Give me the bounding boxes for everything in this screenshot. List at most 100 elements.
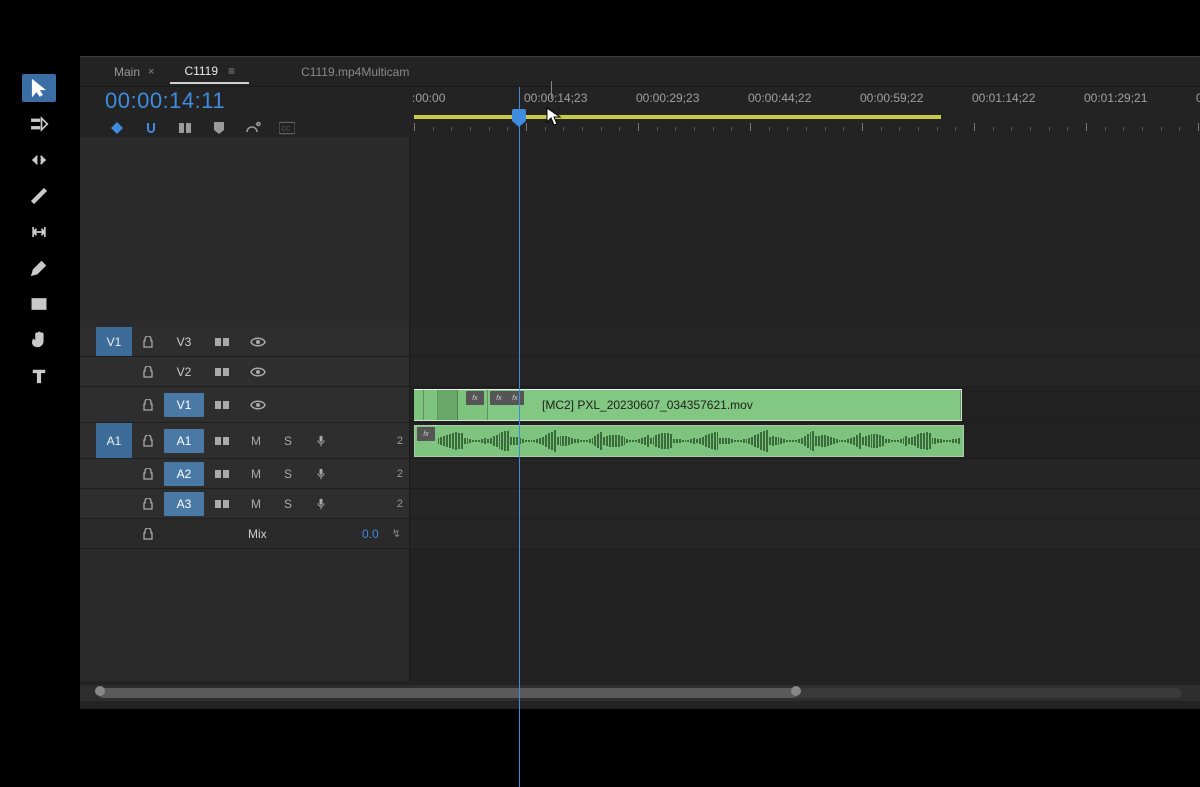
voice-a2[interactable] <box>304 468 338 480</box>
track-header-a3[interactable]: A3 M S 2 <box>80 489 409 519</box>
sync-lock-a1[interactable] <box>204 423 240 458</box>
track-header-a1[interactable]: A1 A1 M S 2 <box>80 423 409 459</box>
playhead-line <box>519 87 520 787</box>
tab-main[interactable]: Main × <box>100 61 168 83</box>
tab-main-label: Main <box>114 65 140 79</box>
sync-lock-v3[interactable] <box>204 327 240 356</box>
fx-badge-icon-2[interactable]: fx <box>466 391 484 405</box>
tab-main-close-icon[interactable]: × <box>148 66 154 78</box>
lane-a3[interactable] <box>410 489 1200 519</box>
tab-c1119-label: C1119 <box>184 64 218 78</box>
slip-tool[interactable] <box>22 218 56 246</box>
lane-a2[interactable] <box>410 459 1200 489</box>
track-target-a2[interactable]: A2 <box>164 462 204 486</box>
lock-toggle-v3[interactable] <box>132 327 164 356</box>
track-lanes[interactable]: fx fx fx [MC2] PXL_20230607_034357621.mo… <box>410 137 1200 681</box>
track-target-a3[interactable]: A3 <box>164 492 204 516</box>
lane-padding <box>410 549 1200 681</box>
solo-a1[interactable]: S <box>272 434 304 448</box>
solo-a2[interactable]: S <box>272 467 304 481</box>
mix-label: Mix <box>248 527 292 541</box>
eye-toggle-v1[interactable] <box>240 387 276 422</box>
ripple-edit-tool[interactable] <box>22 146 56 174</box>
captions-icon[interactable]: CC <box>279 120 295 136</box>
timeline-header: 00:00:14:11 CC :00:0000:00:14;2300:00:29… <box>80 87 1200 137</box>
svg-text:CC: CC <box>281 125 291 132</box>
track-target-v2[interactable]: V2 <box>164 360 204 384</box>
track-header-v1[interactable]: V1 <box>80 387 409 423</box>
lock-toggle-a2[interactable] <box>132 459 164 488</box>
track-target-v3[interactable]: V3 <box>164 330 204 354</box>
audio-clip[interactable]: fx <box>414 425 964 457</box>
track-select-tool[interactable] <box>22 110 56 138</box>
voice-a1[interactable] <box>304 435 338 447</box>
settings-icon[interactable] <box>245 120 261 136</box>
lane-v2[interactable] <box>410 357 1200 387</box>
rectangle-tool[interactable] <box>22 290 56 318</box>
tab-c1119[interactable]: C1119 ≡ <box>170 60 249 84</box>
scrollbar-left-knob[interactable] <box>95 686 105 696</box>
clip-label: [MC2] PXL_20230607_034357621.mov <box>534 390 753 420</box>
mute-a1[interactable]: M <box>240 434 272 448</box>
ruler-tick-label: 00:01: <box>1196 91 1200 105</box>
type-tool[interactable] <box>22 362 56 390</box>
mix-value[interactable]: 0.0 <box>362 527 379 541</box>
tab-multicam[interactable]: C1119.mp4Multicam <box>291 61 419 83</box>
razor-tool[interactable] <box>22 182 56 210</box>
track-header-v3[interactable]: V1 V3 <box>80 327 409 357</box>
track-header-a2[interactable]: A2 M S 2 <box>80 459 409 489</box>
insert-mode-icon[interactable] <box>109 120 125 136</box>
work-area-bar[interactable] <box>414 115 941 119</box>
hand-tool[interactable] <box>22 326 56 354</box>
channel-count-a1: 2 <box>377 435 403 447</box>
tab-c1119-menu-icon[interactable]: ≡ <box>228 64 235 78</box>
pen-tool[interactable] <box>22 254 56 282</box>
timeline-horizontal-scrollbar[interactable] <box>80 685 1200 701</box>
scrollbar-right-knob[interactable] <box>791 686 801 696</box>
fx-badge-icon-3[interactable]: fx <box>506 391 524 405</box>
mute-a3[interactable]: M <box>240 497 272 511</box>
video-clip[interactable]: fx fx fx [MC2] PXL_20230607_034357621.mo… <box>414 389 962 421</box>
mix-fx-icon[interactable]: ↯ <box>392 527 401 540</box>
lock-toggle-v2[interactable] <box>132 357 164 386</box>
sync-lock-a3[interactable] <box>204 489 240 518</box>
timeline-panel: Main × C1119 ≡ C1119.mp4Multicam 00:00:1… <box>80 56 1200 709</box>
solo-a3[interactable]: S <box>272 497 304 511</box>
ruler-tick-label: 00:01:14;22 <box>972 91 1035 105</box>
lane-mix[interactable] <box>410 519 1200 549</box>
sync-lock-v2[interactable] <box>204 357 240 386</box>
source-patch-v1[interactable]: V1 <box>96 327 132 356</box>
ruler-tick-label: 00:01:29;21 <box>1084 91 1147 105</box>
marker-line <box>551 81 552 99</box>
track-header-mix[interactable]: Mix 0.0 ↯ <box>80 519 409 549</box>
time-ruler[interactable]: :00:0000:00:14;2300:00:29;2300:00:44;220… <box>410 87 1200 137</box>
source-patch-a1[interactable]: A1 <box>96 423 132 458</box>
lane-v3[interactable] <box>410 327 1200 357</box>
tab-multicam-label: C1119.mp4Multicam <box>301 65 409 79</box>
selection-tool[interactable] <box>22 74 56 102</box>
track-target-a1[interactable]: A1 <box>164 429 204 453</box>
ruler-tick-label: 00:00:14;23 <box>524 91 587 105</box>
lock-toggle-mix[interactable] <box>132 519 164 548</box>
track-target-v1[interactable]: V1 <box>164 393 204 417</box>
linked-selection-icon[interactable] <box>177 120 193 136</box>
snap-icon[interactable] <box>143 120 159 136</box>
sequence-tabs: Main × C1119 ≡ C1119.mp4Multicam <box>80 57 1200 87</box>
track-header-v2[interactable]: V2 <box>80 357 409 387</box>
ruler-tick-label: 00:00:29;23 <box>636 91 699 105</box>
tools-toolbar <box>16 74 62 390</box>
voice-a3[interactable] <box>304 498 338 510</box>
playhead-handle[interactable] <box>512 109 526 121</box>
sync-lock-a2[interactable] <box>204 459 240 488</box>
audio-fx-badge-icon[interactable]: fx <box>417 427 435 441</box>
ruler-tick-label: 00:00:44;22 <box>748 91 811 105</box>
current-timecode[interactable]: 00:00:14:11 <box>105 88 410 114</box>
sync-lock-v1[interactable] <box>204 387 240 422</box>
eye-toggle-v3[interactable] <box>240 327 276 356</box>
marker-icon[interactable] <box>211 120 227 136</box>
mute-a2[interactable]: M <box>240 467 272 481</box>
eye-toggle-v2[interactable] <box>240 357 276 386</box>
lock-toggle-v1[interactable] <box>132 387 164 422</box>
lock-toggle-a3[interactable] <box>132 489 164 518</box>
lock-toggle-a1[interactable] <box>132 423 164 458</box>
